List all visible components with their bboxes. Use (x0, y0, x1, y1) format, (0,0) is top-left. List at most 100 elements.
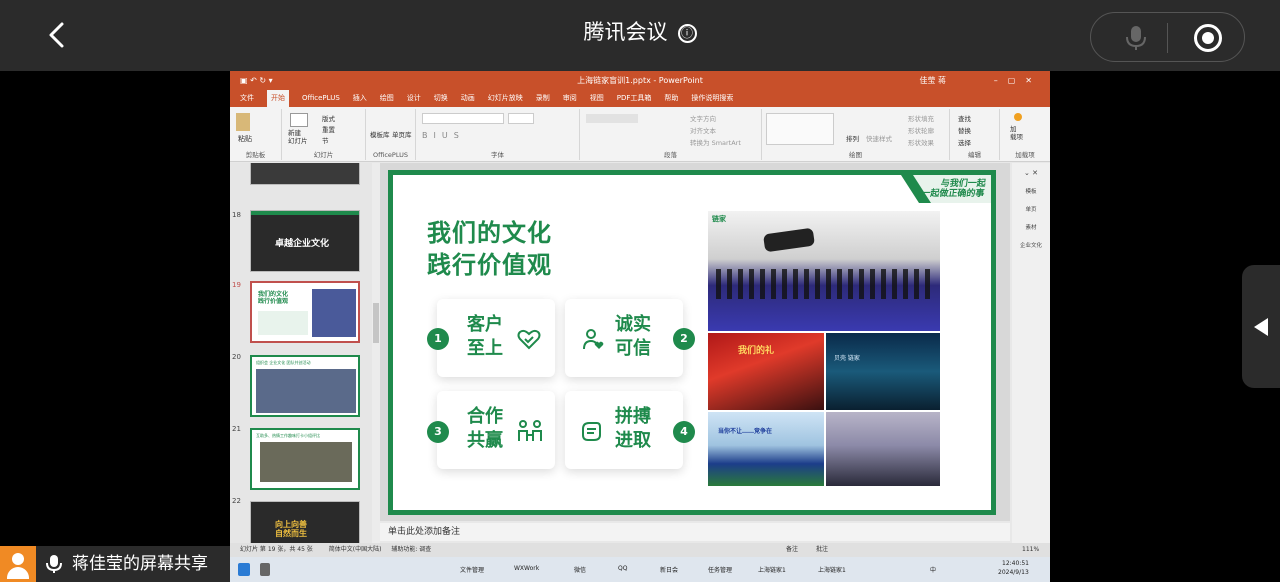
start-icon[interactable] (238, 563, 250, 576)
heart-handshake-icon (517, 329, 541, 350)
shape-effect-button[interactable]: 形状效果 (908, 137, 934, 147)
taskbar-item-ppt1[interactable]: 上海链家1 (758, 565, 786, 574)
menu-design[interactable]: 设计 (407, 90, 421, 107)
shape-fill-button[interactable]: 形状填充 (908, 113, 934, 123)
reset-button[interactable]: 重置 (322, 124, 335, 134)
card3-text: 合作 共赢 (467, 405, 503, 453)
thumbnail-number: 20 (232, 353, 241, 361)
slide-heading: 我们的文化 践行价值观 (427, 217, 552, 281)
thumbnail-18[interactable]: 卓越企业文化 (250, 210, 360, 272)
ribbon-group-addins: 加 载项 加载项 (1000, 109, 1050, 160)
window-controls[interactable]: –▢✕ (994, 71, 1042, 90)
thumbnail-19-selected[interactable]: 我们的文化 践行价值观 (250, 281, 360, 343)
taskbar-item-ppt2[interactable]: 上海链家1 (818, 565, 846, 574)
thumbnail-21[interactable]: 互助多、热情工作趣味打卡小组评比 (250, 428, 360, 490)
menu-draw[interactable]: 绘图 (380, 90, 394, 107)
thumbnail-17[interactable] (250, 163, 360, 185)
menu-pdf[interactable]: PDF工具箱 (617, 90, 652, 107)
menu-home[interactable]: 开始 (267, 90, 289, 107)
status-zoom[interactable]: 111% (1022, 543, 1039, 557)
arrange-button[interactable]: 排列 (846, 133, 859, 143)
menu-review[interactable]: 审阅 (563, 90, 577, 107)
menu-insert[interactable]: 插入 (353, 90, 367, 107)
template-lib-button[interactable]: 模板库 (370, 129, 390, 139)
taskbar-item-qq[interactable]: QQ (618, 565, 627, 572)
thumb20-title: 组织会 企业文化 团队共创活动 (256, 360, 311, 365)
card1-text: 客户 至上 (467, 313, 503, 361)
taskbar-item-wxwork[interactable]: WXWork (514, 565, 539, 572)
taskbar-item-taskmgr[interactable]: 任务管理 (708, 565, 732, 574)
card4-text: 拼搏 进取 (615, 405, 651, 453)
photo-celebration: 我们的礼 (708, 333, 824, 410)
microphone-icon (44, 554, 64, 574)
menu-officeplus[interactable]: OfficePLUS (302, 90, 340, 107)
side-item-template[interactable]: 模板 (1012, 187, 1050, 195)
taskbar-item-wechat[interactable]: 微信 (574, 565, 586, 574)
photo3-caption: 贝壳 链家 (834, 355, 860, 362)
slide-corner-tag: 与我们一起 一起做正确的事 (901, 175, 991, 203)
font-format-icons[interactable]: BIUS (422, 131, 465, 140)
text-direction-button[interactable]: 文字方向 (690, 113, 716, 123)
card3-line1: 合作 (467, 406, 503, 427)
menu-search[interactable]: 操作说明搜索 (691, 90, 733, 107)
replace-button[interactable]: 替换 (958, 125, 971, 135)
menu-view[interactable]: 视图 (590, 90, 604, 107)
value-card-4: 拼搏 进取 (565, 391, 683, 469)
taskbar-item-files[interactable]: 文件管理 (460, 565, 484, 574)
addin-icon[interactable] (1014, 113, 1022, 121)
search-icon[interactable] (260, 563, 270, 576)
menu-record[interactable]: 录制 (536, 90, 550, 107)
quick-styles-button[interactable]: 快速样式 (866, 133, 892, 143)
taskbar-ime[interactable]: 中 (930, 565, 936, 574)
shapes-gallery[interactable] (766, 113, 834, 145)
section-button[interactable]: 节 (322, 135, 329, 145)
notes-pane[interactable]: 单击此处添加备注 (380, 523, 1010, 541)
microphone-icon[interactable] (1121, 25, 1151, 51)
card1-line1: 客户 (467, 314, 503, 335)
thumbnail-scrollbar[interactable] (372, 163, 380, 543)
find-button[interactable]: 查找 (958, 113, 971, 123)
status-notes[interactable]: 备注 (786, 543, 798, 557)
shared-screen-powerpoint: ▣ ↶ ↻ ▾ 上海链家盲训1.pptx - PowerPoint 佳莹 蒋 –… (230, 71, 1050, 582)
layout-button[interactable]: 版式 (322, 113, 335, 123)
new-slide-button[interactable]: 新建 幻灯片 (288, 129, 308, 145)
menu-file[interactable]: 文件 (240, 90, 254, 107)
photo-hall-gathering (826, 412, 940, 486)
status-comments[interactable]: 批注 (816, 543, 828, 557)
menu-animations[interactable]: 动画 (461, 90, 475, 107)
slide-19[interactable]: 与我们一起 一起做正确的事 我们的文化 践行价值观 客户 至上 1 诚实 可信 2 … (388, 170, 996, 515)
new-slide-icon[interactable] (290, 113, 308, 127)
fist-icon (582, 422, 601, 441)
side-item-material[interactable]: 素材 (1012, 223, 1050, 231)
taskbar-time: 12:40:51 (1002, 560, 1029, 567)
paste-icon[interactable] (236, 113, 250, 131)
align-text-button[interactable]: 对齐文本 (690, 125, 716, 135)
side-item-culture[interactable]: 企业文化 (1012, 241, 1050, 249)
info-icon[interactable]: ⓘ (677, 24, 697, 43)
menu-transitions[interactable]: 切换 (434, 90, 448, 107)
card2-text: 诚实 可信 (615, 313, 651, 361)
smartart-button[interactable]: 转换为 SmartArt (690, 137, 741, 147)
font-family-select[interactable] (422, 113, 504, 124)
thumbnail-22[interactable]: 向上向善 自然而生 (250, 501, 360, 543)
side-item-single[interactable]: 单页 (1012, 205, 1050, 213)
paste-button[interactable]: 粘贴 (238, 134, 252, 144)
side-panel-controls[interactable]: ⌄ ✕ (1012, 169, 1050, 177)
side-panel-toggle[interactable] (1242, 265, 1280, 388)
addin-button[interactable]: 加 载项 (1010, 125, 1023, 141)
ribbon-group-clipboard: 粘贴 剪贴板 (230, 109, 282, 160)
ribbon-group-drawing: 排列 快速样式 形状填充 形状轮廓 形状效果 绘图 (762, 109, 950, 160)
thumbnail-20[interactable]: 组织会 企业文化 团队共创活动 (250, 355, 360, 417)
menu-slideshow[interactable]: 幻灯片放映 (488, 90, 523, 107)
photo1-caption: 链家 (712, 215, 726, 223)
record-icon[interactable] (1194, 24, 1222, 52)
list-buttons[interactable] (586, 114, 638, 123)
single-page-lib-button[interactable]: 单页库 (392, 129, 412, 139)
taskbar-item-meeting[interactable]: 新日会 (660, 565, 678, 574)
select-button[interactable]: 选择 (958, 137, 971, 147)
shape-outline-button[interactable]: 形状轮廓 (908, 125, 934, 135)
meeting-controls (1090, 12, 1245, 62)
menu-help[interactable]: 帮助 (664, 90, 678, 107)
status-accessibility[interactable]: 辅助功能: 调查 (391, 546, 431, 553)
font-size-select[interactable] (508, 113, 534, 124)
